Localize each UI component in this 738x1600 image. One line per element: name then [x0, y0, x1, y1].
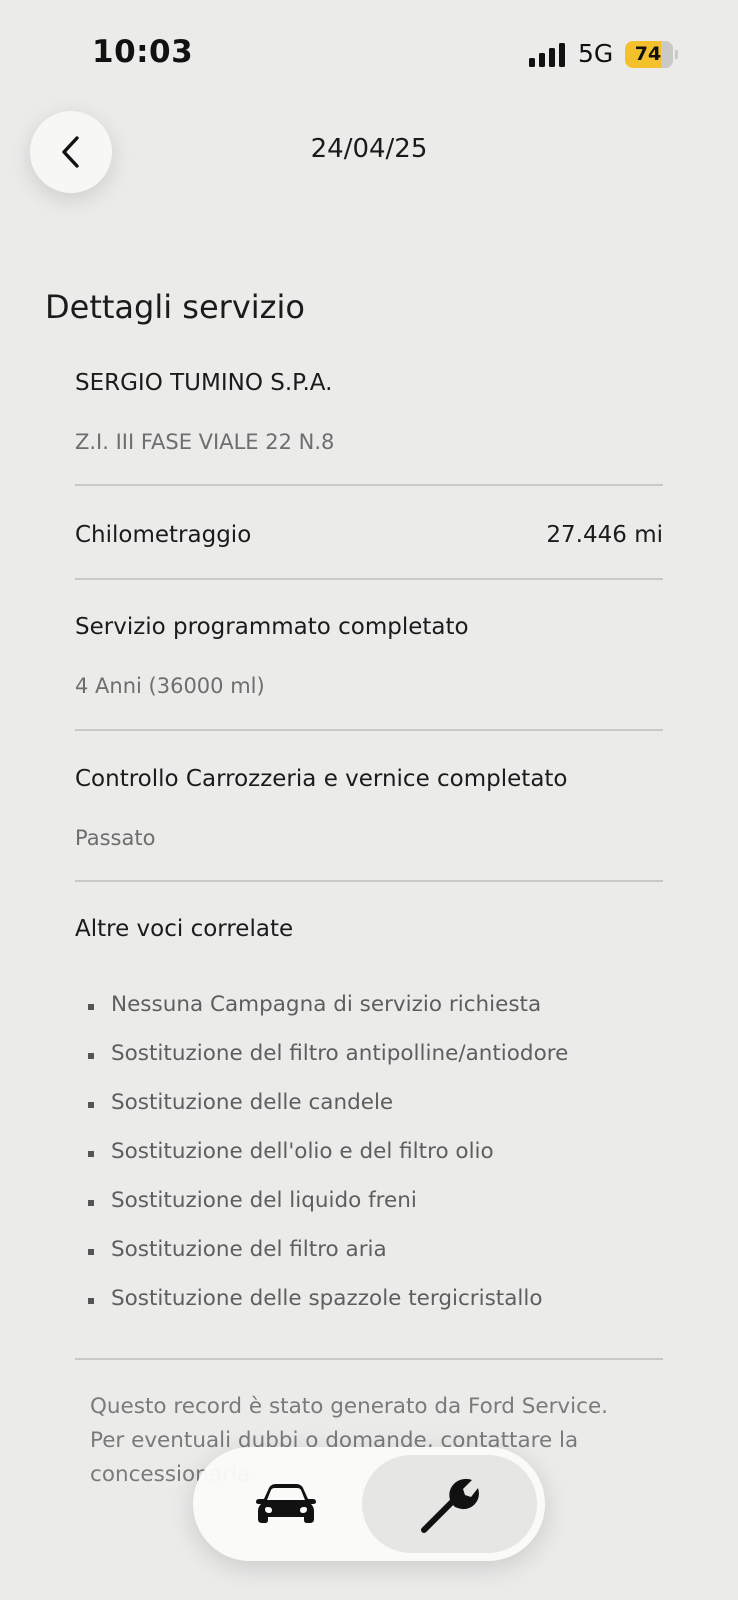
list-item-label: Sostituzione delle spazzole tergicristal… [111, 1286, 543, 1311]
scheduled-service-label: Servizio programmato completato [75, 614, 469, 640]
mileage-value: 27.446 mi [546, 522, 663, 548]
page-date: 24/04/25 [310, 134, 428, 164]
list-item-label: Nessuna Campagna di servizio richiesta [111, 992, 542, 1017]
list-item: Sostituzione del filtro aria [88, 1235, 568, 1284]
list-item: Nessuna Campagna di servizio richiesta [88, 990, 568, 1039]
bullet-icon [88, 1102, 94, 1108]
battery-icon: 74 [625, 41, 678, 68]
list-item: Sostituzione del filtro antipolline/anti… [88, 1039, 568, 1088]
nav-vehicle-button[interactable] [211, 1457, 361, 1551]
list-item-label: Sostituzione del filtro antipolline/anti… [111, 1041, 569, 1066]
cellular-signal-icon [529, 43, 567, 67]
body-check-label: Controllo Carrozzeria e vernice completa… [75, 766, 568, 792]
list-item: Sostituzione delle candele [88, 1088, 568, 1137]
network-type: 5G [578, 39, 614, 68]
wrench-icon [420, 1478, 479, 1533]
dealer-address: Z.I. III FASE VIALE 22 N.8 [75, 430, 335, 454]
status-bar: 10:03 5G 74 [0, 0, 738, 110]
divider [75, 729, 663, 731]
bullet-icon [88, 1249, 94, 1255]
related-items-label: Altre voci correlate [75, 916, 294, 942]
scheduled-service-value: 4 Anni (36000 ml) [75, 674, 265, 698]
list-item: Sostituzione dell'olio e del filtro olio [88, 1137, 568, 1186]
bottom-navigation [193, 1447, 545, 1561]
list-item: Sostituzione del liquido freni [88, 1186, 568, 1235]
mileage-label: Chilometraggio [75, 522, 252, 548]
list-item-label: Sostituzione dell'olio e del filtro olio [111, 1139, 494, 1164]
bullet-icon [88, 1151, 94, 1157]
battery-level: 74 [634, 43, 662, 65]
divider [75, 880, 663, 882]
dealer-name: SERGIO TUMINO S.P.A. [75, 370, 333, 396]
nav-service-button[interactable] [362, 1455, 537, 1553]
divider [75, 578, 663, 580]
list-item-label: Sostituzione del filtro aria [111, 1237, 387, 1262]
bullet-icon [88, 1053, 94, 1059]
bullet-icon [88, 1298, 94, 1304]
divider [75, 1358, 663, 1360]
bullet-icon [88, 1200, 94, 1206]
status-time: 10:03 [92, 34, 194, 70]
car-icon [256, 1484, 316, 1523]
list-item: Sostituzione delle spazzole tergicristal… [88, 1284, 568, 1333]
footer-line: Questo record è stato generato da Ford S… [90, 1394, 609, 1419]
list-item-label: Sostituzione delle candele [111, 1090, 394, 1115]
divider [75, 484, 663, 486]
list-item-label: Sostituzione del liquido freni [111, 1188, 417, 1213]
related-items-list: Nessuna Campagna di servizio richiesta S… [88, 990, 568, 1333]
body-check-value: Passato [75, 826, 156, 850]
page-title: Dettagli servizio [45, 288, 305, 326]
bullet-icon [88, 1004, 94, 1010]
